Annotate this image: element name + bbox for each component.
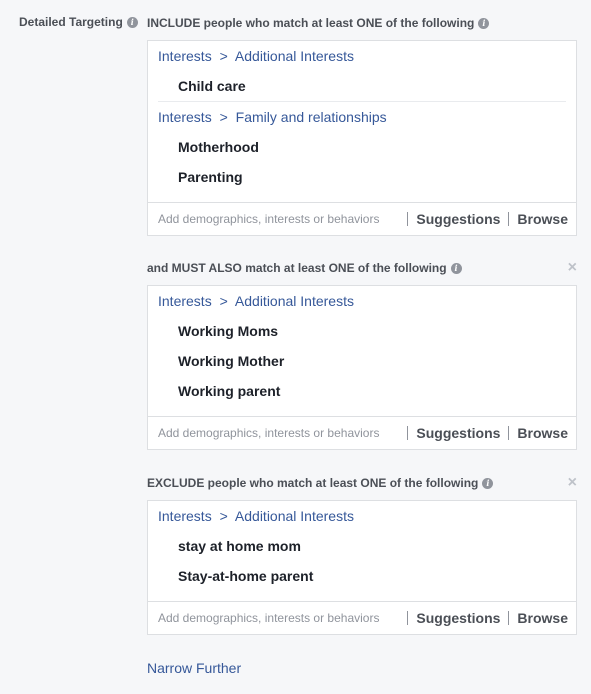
- path-separator: >: [219, 508, 228, 524]
- search-row: Suggestions Browse: [148, 416, 576, 449]
- path-separator: >: [219, 48, 228, 64]
- divider: [407, 611, 409, 625]
- category-path[interactable]: Interests > Additional Interests: [158, 286, 566, 316]
- suggestions-button[interactable]: Suggestions: [416, 211, 500, 227]
- browse-button[interactable]: Browse: [517, 211, 568, 227]
- suggestions-button[interactable]: Suggestions: [416, 425, 500, 441]
- subcategory-link[interactable]: Additional Interests: [235, 48, 354, 64]
- divider: [508, 611, 510, 625]
- divider: [407, 212, 409, 226]
- category-link[interactable]: Interests: [158, 508, 212, 524]
- narrow-targeting-box: Interests > Additional Interests Working…: [147, 285, 577, 450]
- browse-button[interactable]: Browse: [517, 425, 568, 441]
- targeting-search-input[interactable]: [156, 425, 408, 441]
- path-separator: >: [219, 293, 228, 309]
- targeting-group: Interests > Additional Interests stay at…: [148, 501, 576, 591]
- targeting-item[interactable]: Working Moms: [158, 316, 566, 346]
- subcategory-link[interactable]: Additional Interests: [235, 508, 354, 524]
- targeting-search-input[interactable]: [156, 211, 408, 227]
- exclude-section: EXCLUDE people who match at least ONE of…: [147, 475, 577, 635]
- narrow-heading: and MUST ALSO match at least ONE of the …: [147, 260, 577, 276]
- targeting-item[interactable]: Motherhood: [158, 132, 566, 162]
- exclude-heading: EXCLUDE people who match at least ONE of…: [147, 475, 577, 491]
- close-icon[interactable]: ×: [568, 475, 577, 491]
- category-link[interactable]: Interests: [158, 48, 212, 64]
- info-icon[interactable]: i: [482, 477, 494, 489]
- info-icon[interactable]: i: [126, 16, 138, 28]
- targeting-item[interactable]: Working Mother: [158, 346, 566, 376]
- targeting-item[interactable]: Child care: [158, 71, 566, 101]
- targeting-group: Interests > Additional Interests Child c…: [148, 41, 576, 101]
- narrow-section: and MUST ALSO match at least ONE of the …: [147, 260, 577, 450]
- info-icon[interactable]: i: [450, 262, 462, 274]
- narrow-further-link[interactable]: Narrow Further: [147, 660, 241, 676]
- detailed-targeting-text: Detailed Targeting: [19, 15, 123, 29]
- category-link[interactable]: Interests: [158, 293, 212, 309]
- targeting-search-input[interactable]: [156, 610, 408, 626]
- close-icon[interactable]: ×: [568, 260, 577, 276]
- browse-button[interactable]: Browse: [517, 610, 568, 626]
- info-icon[interactable]: i: [478, 17, 490, 29]
- category-link[interactable]: Interests: [158, 109, 212, 125]
- search-row: Suggestions Browse: [148, 601, 576, 634]
- suggestions-button[interactable]: Suggestions: [416, 610, 500, 626]
- narrow-heading-text: and MUST ALSO match at least ONE of the …: [147, 261, 447, 275]
- category-path[interactable]: Interests > Additional Interests: [158, 501, 566, 531]
- exclude-heading-text: EXCLUDE people who match at least ONE of…: [147, 476, 479, 490]
- exclude-targeting-box: Interests > Additional Interests stay at…: [147, 500, 577, 635]
- include-heading-text: INCLUDE people who match at least ONE of…: [147, 16, 475, 30]
- search-row: Suggestions Browse: [148, 202, 576, 235]
- subcategory-link[interactable]: Additional Interests: [235, 293, 354, 309]
- divider: [407, 426, 409, 440]
- category-path[interactable]: Interests > Family and relationships: [158, 101, 566, 132]
- subcategory-link[interactable]: Family and relationships: [236, 109, 387, 125]
- targeting-item[interactable]: Working parent: [158, 376, 566, 406]
- include-targeting-box: Interests > Additional Interests Child c…: [147, 40, 577, 236]
- detailed-targeting-label: Detailed Targeting i: [19, 15, 138, 29]
- targeting-group: Interests > Additional Interests Working…: [148, 286, 576, 406]
- include-section: INCLUDE people who match at least ONE of…: [147, 15, 577, 236]
- divider: [508, 426, 510, 440]
- targeting-item[interactable]: Stay-at-home parent: [158, 561, 566, 591]
- targeting-group: Interests > Family and relationships Mot…: [148, 101, 576, 192]
- targeting-item[interactable]: Parenting: [158, 162, 566, 192]
- targeting-item[interactable]: stay at home mom: [158, 531, 566, 561]
- category-path[interactable]: Interests > Additional Interests: [158, 41, 566, 71]
- path-separator: >: [219, 109, 228, 125]
- divider: [508, 212, 510, 226]
- include-heading: INCLUDE people who match at least ONE of…: [147, 15, 577, 31]
